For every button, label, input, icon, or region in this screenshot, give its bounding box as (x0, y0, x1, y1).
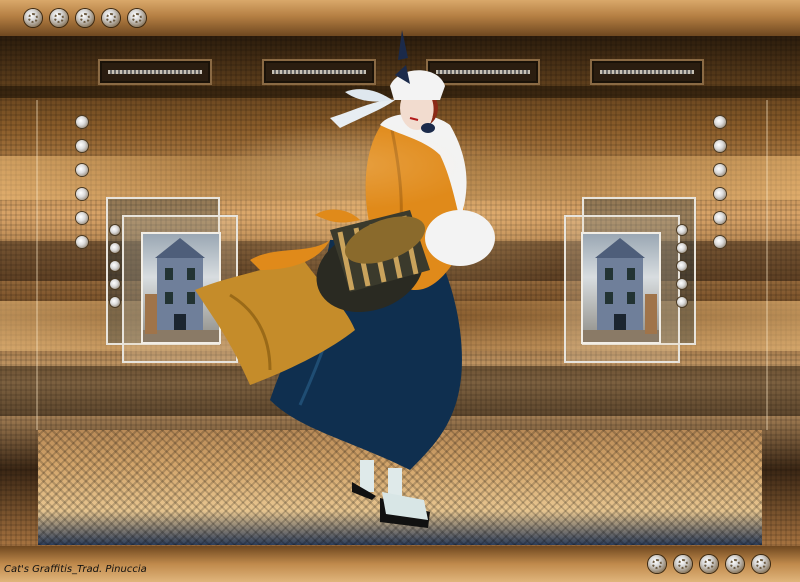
knob-icon (674, 555, 692, 573)
legs (352, 460, 430, 528)
bottom-knob-row (648, 555, 770, 573)
knob-icon (752, 555, 770, 573)
woman-illustration (195, 30, 495, 528)
knob-icon (648, 555, 666, 573)
knob-icon (726, 555, 744, 573)
knob-icon (700, 555, 718, 573)
white-hat (390, 30, 445, 100)
artwork-canvas: Cat's Graffitis_Trad. Pinuccia (0, 0, 800, 582)
artist-credit: Cat's Graffitis_Trad. Pinuccia (4, 564, 147, 575)
